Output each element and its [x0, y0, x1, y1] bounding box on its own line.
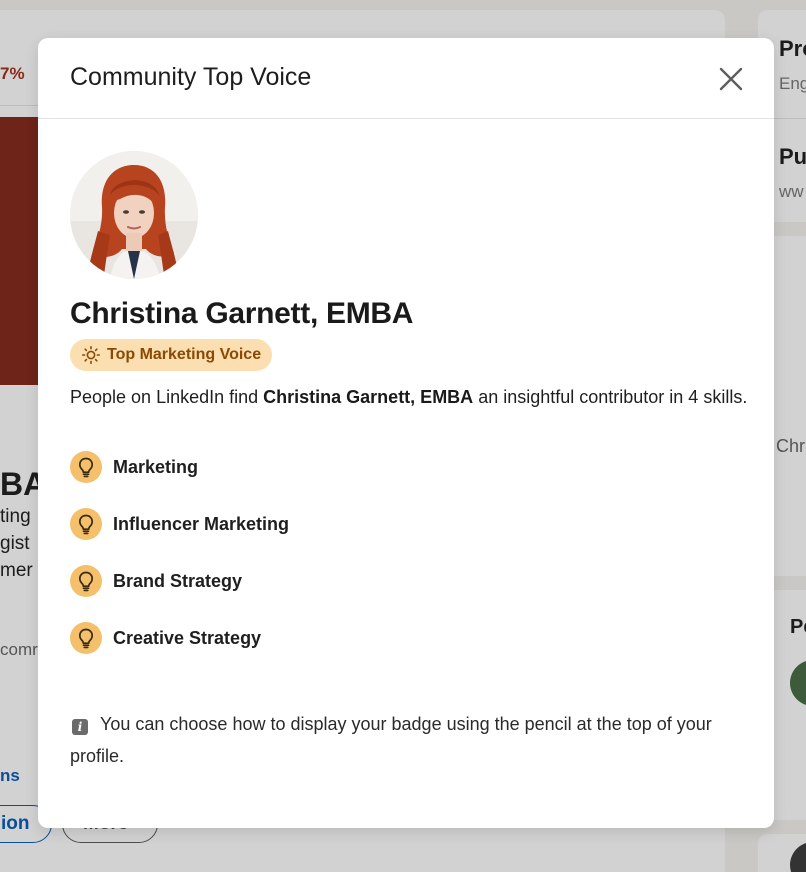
top-voice-modal: Community Top Voice Christina Garnett, E… [38, 38, 774, 828]
skill-item-marketing: Marketing [70, 435, 742, 499]
page-backdrop: 7% BA ting gist mer comr ns ion More Pro… [0, 0, 806, 872]
modal-header: Community Top Voice [38, 38, 774, 119]
lightbulb-rays-icon [82, 346, 100, 364]
bg-location-text: comr [0, 640, 38, 659]
skill-label: Marketing [113, 456, 199, 477]
intro-prefix: People on LinkedIn find [70, 387, 264, 407]
badge-label: Top Marketing Voice [107, 346, 262, 363]
side-subtext: Eng [779, 74, 806, 93]
top-voice-badge[interactable]: Top Marketing Voice [70, 339, 273, 371]
side-heading: Pe [790, 616, 806, 638]
bg-connections-link[interactable]: ns [0, 766, 20, 786]
close-button[interactable] [714, 62, 748, 96]
bg-headline-line: mer [0, 560, 33, 581]
badge-display-info: i You can choose how to display your badg… [70, 708, 742, 772]
intro-name: Christina Garnett, EMBA [263, 387, 474, 407]
bg-primary-button-label: ion [1, 813, 30, 834]
lightbulb-icon [70, 508, 102, 540]
skill-item-influencer-marketing: Influencer Marketing [70, 492, 742, 556]
skill-item-creative-strategy: Creative Strategy [70, 606, 742, 670]
side-heading: Pu [779, 144, 806, 169]
skill-label: Influencer Marketing [113, 513, 290, 534]
person-name: Christina Garnett, EMBA [70, 297, 414, 330]
side-subtext: ww [779, 182, 804, 201]
intro-suffix: an insightful contributor in 4 skills. [473, 387, 748, 407]
side-heading: Pro [779, 36, 806, 61]
profile-banner [0, 117, 40, 385]
bg-headline-line: gist [0, 533, 30, 554]
lightbulb-icon [70, 622, 102, 654]
lightbulb-icon [70, 565, 102, 597]
side-text: Chr [776, 436, 806, 456]
modal-body: Christina Garnett, EMBA Top Marketing Vo… [38, 119, 774, 772]
skill-label: Creative Strategy [113, 627, 262, 648]
divider [0, 105, 38, 106]
intro-text: People on LinkedIn find Christina Garnet… [70, 385, 750, 409]
skill-item-brand-strategy: Brand Strategy [70, 549, 742, 613]
close-icon [719, 67, 743, 91]
profile-photo[interactable] [70, 151, 198, 279]
lightbulb-icon [70, 451, 102, 483]
skills-list: Marketing Influencer Marketing Brand Str… [70, 435, 742, 670]
skill-label: Brand Strategy [113, 570, 243, 591]
modal-title: Community Top Voice [70, 63, 312, 91]
bg-headline-line: ting [0, 506, 31, 527]
info-icon: i [72, 719, 88, 735]
bg-percent-text: 7% [0, 64, 25, 83]
divider [774, 118, 806, 119]
info-text: You can choose how to display your badge… [70, 714, 712, 766]
